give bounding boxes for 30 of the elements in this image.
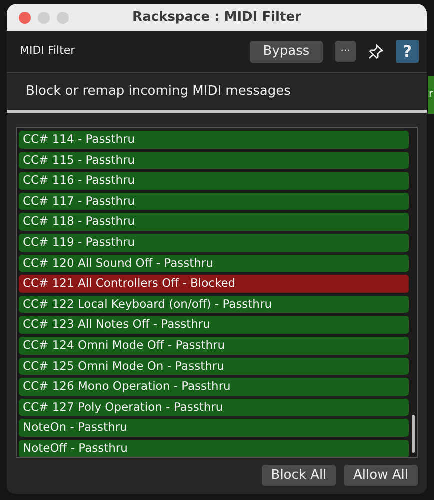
message-row[interactable]: CC# 116 - Passthru bbox=[19, 172, 409, 190]
message-row[interactable]: CC# 118 - Passthru bbox=[19, 213, 409, 231]
footer-button[interactable]: Block All bbox=[262, 465, 336, 486]
message-row[interactable]: CC# 125 Omni Mode On - Passthru bbox=[19, 358, 409, 376]
message-row[interactable]: NoteOn - Passthru bbox=[19, 419, 409, 437]
background-window-fragment: r bbox=[428, 76, 434, 114]
message-row[interactable]: NoteOff - Passthru bbox=[19, 440, 409, 457]
pin-icon[interactable] bbox=[368, 44, 384, 60]
message-row[interactable]: CC# 115 - Passthru bbox=[19, 152, 409, 170]
description-text: Block or remap incoming MIDI messages bbox=[26, 82, 291, 101]
more-button[interactable]: ··· bbox=[335, 41, 356, 62]
message-row[interactable]: CC# 122 Local Keyboard (on/off) - Passthru bbox=[19, 296, 409, 314]
minimize-button[interactable] bbox=[38, 12, 50, 24]
window-title: Rackspace : MIDI Filter bbox=[132, 8, 302, 27]
message-row[interactable]: CC# 120 All Sound Off - Passthru bbox=[19, 254, 409, 272]
zoom-button[interactable] bbox=[57, 12, 69, 24]
message-row[interactable]: CC# 119 - Passthru bbox=[19, 234, 409, 252]
plugin-title: MIDI Filter bbox=[20, 43, 76, 60]
scrollbar-thumb[interactable] bbox=[412, 415, 415, 453]
message-row[interactable]: CC# 124 Omni Mode Off - Passthru bbox=[19, 336, 409, 355]
help-button[interactable]: ? bbox=[396, 40, 419, 63]
message-row[interactable]: CC# 126 Mono Operation - Passthru bbox=[19, 378, 409, 396]
footer-button[interactable]: Allow All bbox=[344, 465, 418, 486]
message-row[interactable]: CC# 127 Poly Operation - Passthru bbox=[19, 398, 409, 416]
message-row[interactable]: CC# 114 - Passthru bbox=[19, 131, 409, 149]
message-row[interactable]: CC# 121 All Controllers Off - Blocked bbox=[19, 275, 409, 293]
bypass-button[interactable]: Bypass bbox=[250, 40, 323, 62]
close-button[interactable] bbox=[19, 12, 31, 24]
message-row[interactable]: CC# 123 All Notes Off - Passthru bbox=[19, 316, 409, 334]
message-row[interactable]: CC# 117 - Passthru bbox=[19, 192, 409, 210]
